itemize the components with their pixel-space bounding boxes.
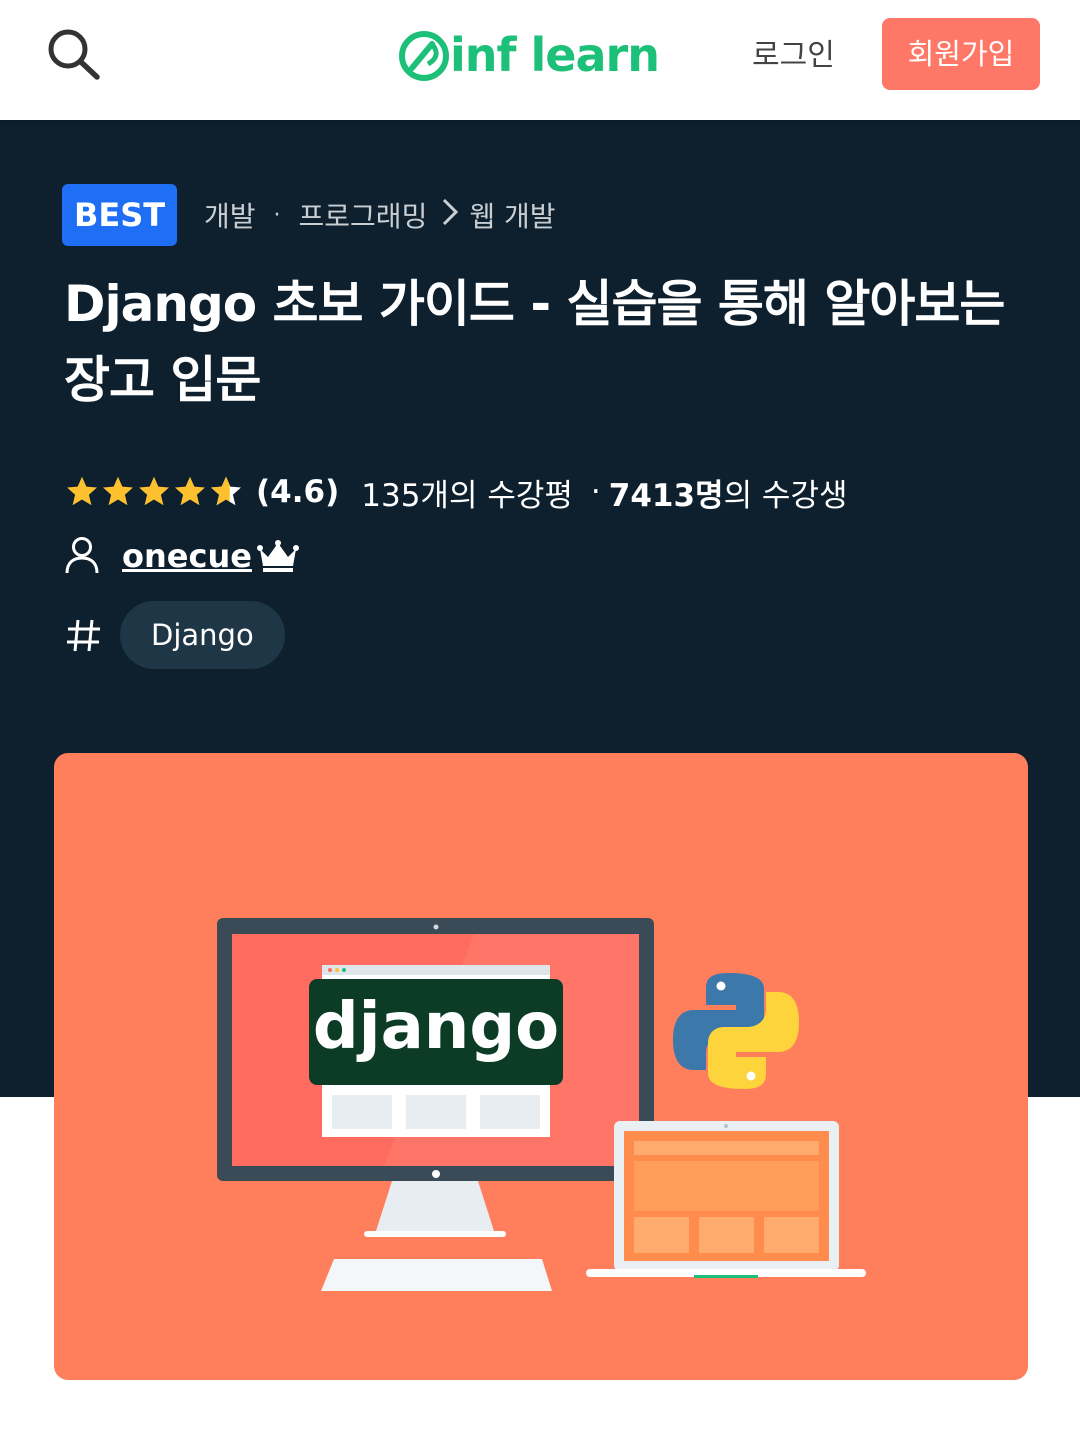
logo-text: inf learn [450,28,660,82]
student-count: 7413명 [608,477,724,514]
monitor-illustration [217,918,654,1291]
breadcrumb-category[interactable]: 개발 [204,195,256,235]
laptop-illustration [586,1121,866,1278]
breadcrumb-current[interactable]: 웹 개발 [469,195,555,235]
python-logo-icon [673,973,799,1089]
thumbnail-illustration: django [217,918,866,1291]
tag-chip-django[interactable]: Django [120,601,285,669]
course-title: Django 초보 가이드 - 실습을 통해 알아보는 장고 입문 [64,275,1005,409]
search-button[interactable] [44,26,104,82]
chevron-right-icon [441,197,459,234]
star-icon [139,476,169,506]
instructor-name[interactable]: onecue [122,537,252,575]
django-badge: django [309,979,563,1085]
inflearn-logo[interactable]: inf learn [398,26,684,88]
review-count[interactable]: 135개의 수강평 [361,470,573,515]
breadcrumb: 개발 · 프로그래밍 웹 개발 [204,192,556,238]
django-wordmark: django [313,990,559,1064]
search-icon [48,29,100,80]
top-header: inf learn 로그인 회원가입 [0,0,1080,120]
rating-row: (4.6) 135개의 수강평 · 7413명 의 수강생 [64,468,848,516]
star-icon [103,476,133,506]
star-half-icon [211,476,241,506]
student-suffix: 의 수강생 [723,477,848,514]
breadcrumb-subcategory[interactable]: 프로그래밍 [299,195,428,235]
best-badge: BEST [62,184,177,246]
instructor-row: onecue [64,532,300,580]
breadcrumb-separator: · [273,202,281,228]
star-rating [64,474,244,510]
hashtag-icon [67,619,100,652]
rating-value: (4.6) [256,474,340,510]
login-link[interactable]: 로그인 [752,36,835,76]
rating-separator: · [590,474,601,510]
course-thumbnail[interactable]: django [54,753,1028,1380]
signup-button[interactable]: 회원가입 [882,18,1040,90]
tag-row: Django [64,601,285,669]
crown-icon [256,540,299,572]
star-icon [67,476,97,506]
user-icon [65,537,99,574]
logo-leaf-icon [399,31,449,81]
star-icon [175,476,205,506]
